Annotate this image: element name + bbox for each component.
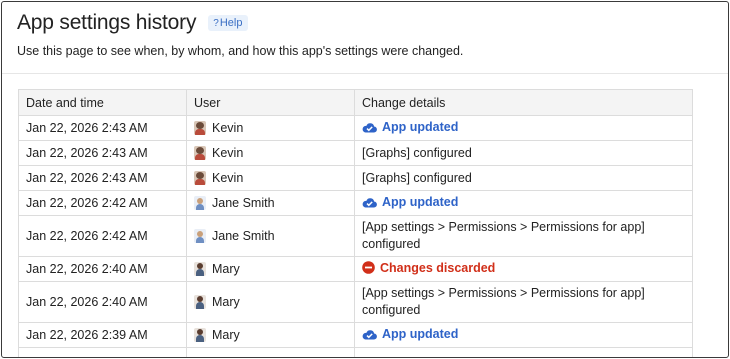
cloud-check-icon [362, 197, 377, 208]
datetime-cell: Jan 22, 2026 2:43 AM [18, 115, 187, 141]
table-row: Jan 22, 2026 2:40 AM Mary Changes discar… [18, 256, 693, 282]
column-header-datetime[interactable]: Date and time [18, 89, 187, 116]
column-header-change-details[interactable]: Change details [354, 89, 693, 116]
user-cell: Kevin [186, 165, 355, 191]
app-updated-status[interactable]: App updated [362, 120, 458, 134]
user-name[interactable]: Jane Smith [212, 196, 275, 210]
user-cell: Mary [186, 322, 355, 348]
change-detail-cell: [Graphs] configured [354, 140, 693, 166]
datetime-cell: Jan 22, 2026 2:39 AM [18, 322, 187, 348]
table-row: Jan 22, 2026 2:39 AM Mary App updated [18, 322, 693, 348]
user-name[interactable]: Kevin [212, 146, 243, 160]
app-updated-status[interactable]: App updated [362, 195, 458, 209]
app-settings-history-panel: App settings history ? Help Use this pag… [1, 1, 729, 358]
avatar [194, 121, 206, 135]
cloud-check-icon [362, 329, 377, 340]
avatar [194, 295, 206, 309]
question-icon: ? [213, 17, 219, 29]
avatar [194, 146, 206, 160]
user-name[interactable]: Kevin [212, 171, 243, 185]
table-row: Jan 22, 2026 2:43 AM Kevin [Graphs] conf… [18, 140, 693, 166]
help-button[interactable]: ? Help [208, 15, 249, 31]
table-row: Jan 22, 2026 2:43 AM Kevin App updated [18, 115, 693, 141]
user-cell: Mary [186, 256, 355, 282]
change-detail-cell: App updated [354, 190, 693, 216]
change-detail-cell: [App settings > Permissions > Permission… [354, 281, 693, 323]
change-detail-cell: Changes discarded [354, 256, 693, 282]
change-detail-cell: App updated [354, 322, 693, 348]
avatar [194, 196, 206, 210]
change-detail-cell: [App settings > Permissions > Permission… [354, 215, 693, 257]
avatar [194, 328, 206, 342]
table-header-row: Date and time User Change details [18, 89, 693, 116]
user-cell: Jane Smith [186, 215, 355, 257]
cloud-check-icon [362, 122, 377, 133]
avatar [194, 229, 206, 243]
user-cell: Kevin [186, 115, 355, 141]
app-updated-status[interactable]: App updated [362, 327, 458, 341]
column-header-user[interactable]: User [186, 89, 355, 116]
page-header: App settings history ? Help [17, 11, 249, 35]
header-divider [2, 73, 728, 74]
datetime-cell: Jan 22, 2026 2:40 AM [18, 256, 187, 282]
table-row: Jan 22, 2026 2:42 AM Jane Smith App upda… [18, 190, 693, 216]
page-title: App settings history [17, 11, 197, 34]
table-row [18, 347, 693, 357]
table-row: Jan 22, 2026 2:42 AM Jane Smith [App set… [18, 215, 693, 257]
avatar [194, 171, 206, 185]
help-label: Help [219, 17, 243, 29]
datetime-cell: Jan 22, 2026 2:43 AM [18, 140, 187, 166]
datetime-cell: Jan 22, 2026 2:40 AM [18, 281, 187, 323]
page-description: Use this page to see when, by whom, and … [17, 44, 464, 58]
history-table: Date and time User Change details Jan 22… [18, 89, 693, 357]
changes-discarded-status[interactable]: Changes discarded [362, 261, 495, 275]
user-cell: Jane Smith [186, 190, 355, 216]
change-detail-cell: [Graphs] configured [354, 165, 693, 191]
status-label: App updated [382, 120, 459, 135]
user-cell: Kevin [186, 140, 355, 166]
datetime-cell: Jan 22, 2026 2:42 AM [18, 215, 187, 257]
user-name[interactable]: Mary [212, 295, 240, 309]
datetime-cell: Jan 22, 2026 2:42 AM [18, 190, 187, 216]
user-name[interactable]: Kevin [212, 121, 243, 135]
table-row: Jan 22, 2026 2:40 AM Mary [App settings … [18, 281, 693, 323]
table-row: Jan 22, 2026 2:43 AM Kevin [Graphs] conf… [18, 165, 693, 191]
datetime-cell: Jan 22, 2026 2:43 AM [18, 165, 187, 191]
status-label: Changes discarded [380, 260, 496, 275]
user-cell: Mary [186, 281, 355, 323]
user-name[interactable]: Mary [212, 328, 240, 342]
avatar [194, 262, 206, 276]
minus-circle-icon [362, 261, 375, 275]
change-detail-cell: App updated [354, 115, 693, 141]
user-name[interactable]: Jane Smith [212, 229, 275, 243]
status-label: App updated [382, 327, 459, 342]
status-label: App updated [382, 195, 459, 210]
user-name[interactable]: Mary [212, 262, 240, 276]
